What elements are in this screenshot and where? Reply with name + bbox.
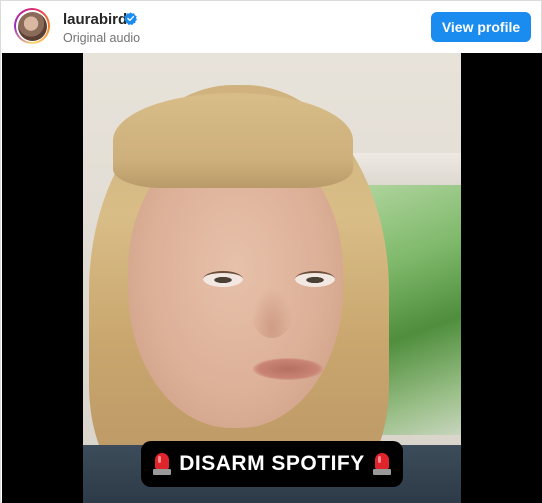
person-eye-left: [203, 271, 243, 287]
avatar-border: [16, 10, 48, 42]
instagram-embed: laurabird Original audio View profile DI…: [0, 0, 542, 503]
avatar-image: [17, 11, 47, 41]
avatar[interactable]: [14, 8, 50, 44]
embed-header: laurabird Original audio View profile: [1, 1, 541, 53]
person-eye-right: [295, 271, 335, 287]
person-bangs: [113, 93, 353, 188]
video-player[interactable]: DISARM SPOTIFY: [2, 53, 542, 503]
view-profile-button[interactable]: View profile: [431, 12, 531, 42]
caption-text: DISARM SPOTIFY: [179, 452, 365, 475]
video-frame: [83, 53, 461, 503]
audio-subtitle[interactable]: Original audio: [63, 31, 140, 45]
video-caption: DISARM SPOTIFY: [141, 441, 403, 487]
police-light-icon: [153, 453, 172, 475]
person-mouth: [253, 358, 323, 380]
police-light-icon: [372, 453, 391, 475]
verified-badge-icon: [124, 12, 137, 25]
username[interactable]: laurabird: [63, 11, 127, 28]
person-nose: [251, 288, 293, 338]
